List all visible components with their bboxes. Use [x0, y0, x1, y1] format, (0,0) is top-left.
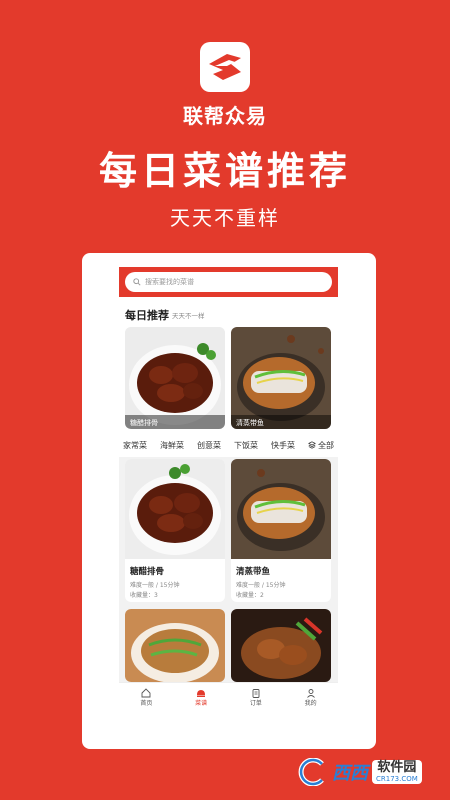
hero-subline: 天天不重样 — [170, 206, 280, 230]
watermark-url: CR173.COM — [376, 775, 418, 783]
daily-title: 每日推荐 — [125, 309, 169, 322]
recipe-favorites: 收藏量：3 — [130, 592, 158, 599]
clipboard-icon — [252, 689, 260, 698]
ribs-image — [125, 327, 225, 429]
hero-headline: 每日菜谱推荐 — [98, 149, 351, 193]
recipe-card-ribs[interactable]: 糖醋排骨 难度一般 / 15分钟 收藏量：3 — [125, 459, 225, 602]
watermark-badge: 软件园 CR173.COM — [372, 760, 422, 784]
fish-image — [231, 327, 331, 429]
tab-orders[interactable]: 订单 — [250, 688, 262, 707]
recipe-card[interactable] — [125, 609, 225, 682]
watermark-site: 软件园 — [377, 760, 417, 775]
recipe-name: 清蒸带鱼 — [236, 567, 271, 577]
daily-card-label: 清蒸带鱼 — [231, 415, 331, 429]
search-icon — [133, 278, 141, 286]
recipe-card-fish[interactable]: 清蒸带鱼 难度一般 / 15分钟 收藏量：2 — [231, 459, 331, 602]
phone-mockup: 搜索要找的菜谱 每日推荐 天天不一样 糖醋排骨 清蒸带鱼 家常菜 海鲜菜 创意菜… — [82, 253, 376, 749]
tab-home[interactable]: 首页 — [140, 688, 152, 707]
category-tabs: 家常菜 海鲜菜 创意菜 下饭菜 快手菜 全部 — [119, 435, 338, 455]
category-all[interactable]: 全部 — [308, 440, 334, 451]
fish-image — [231, 459, 331, 559]
brand-name: 联帮众易 — [183, 104, 267, 128]
search-placeholder: 搜索要找的菜谱 — [145, 278, 194, 286]
daily-subtitle: 天天不一样 — [172, 312, 205, 320]
app-logo — [200, 42, 250, 92]
category-all-label: 全部 — [318, 440, 334, 450]
tab-profile[interactable]: 我的 — [305, 688, 317, 707]
daily-card-fish[interactable]: 清蒸带鱼 — [231, 327, 331, 429]
category-item[interactable]: 创意菜 — [197, 440, 221, 451]
tab-label: 订单 — [249, 700, 262, 707]
category-item[interactable]: 快手菜 — [271, 440, 295, 451]
app-screen: 搜索要找的菜谱 每日推荐 天天不一样 糖醋排骨 清蒸带鱼 家常菜 海鲜菜 创意菜… — [119, 267, 338, 735]
chicken-image — [231, 609, 331, 682]
category-item[interactable]: 家常菜 — [123, 440, 147, 451]
tab-label: 菜谱 — [195, 700, 208, 707]
watermark-name: 西西 — [332, 763, 368, 784]
recipe-card[interactable] — [231, 609, 331, 682]
site-watermark: 西西 软件园 CR173.COM — [296, 756, 436, 788]
chef-hat-icon — [197, 690, 206, 697]
tab-label: 首页 — [140, 700, 153, 707]
watermark-logo-icon — [298, 758, 324, 786]
recipe-meta: 难度一般 / 15分钟 — [130, 582, 180, 589]
daily-card-ribs[interactable]: 糖醋排骨 — [125, 327, 225, 429]
category-item[interactable]: 海鲜菜 — [160, 440, 184, 451]
noodles-image — [125, 609, 225, 682]
search-input[interactable]: 搜索要找的菜谱 — [125, 272, 332, 292]
category-item[interactable]: 下饭菜 — [234, 440, 258, 451]
recipe-name: 糖醋排骨 — [130, 567, 165, 577]
layers-icon — [308, 441, 316, 449]
eagle-logo-icon — [209, 54, 241, 80]
home-icon — [141, 688, 151, 698]
user-icon — [306, 689, 315, 698]
ribs-image — [125, 459, 225, 559]
tab-recipes[interactable]: 菜谱 — [195, 688, 207, 707]
tab-label: 我的 — [304, 700, 317, 707]
recipe-favorites: 收藏量：2 — [236, 592, 264, 599]
bottom-tab-bar: 首页 菜谱 订单 我的 — [119, 682, 338, 712]
daily-card-label: 糖醋排骨 — [125, 415, 225, 429]
recipe-meta: 难度一般 / 15分钟 — [236, 582, 286, 589]
